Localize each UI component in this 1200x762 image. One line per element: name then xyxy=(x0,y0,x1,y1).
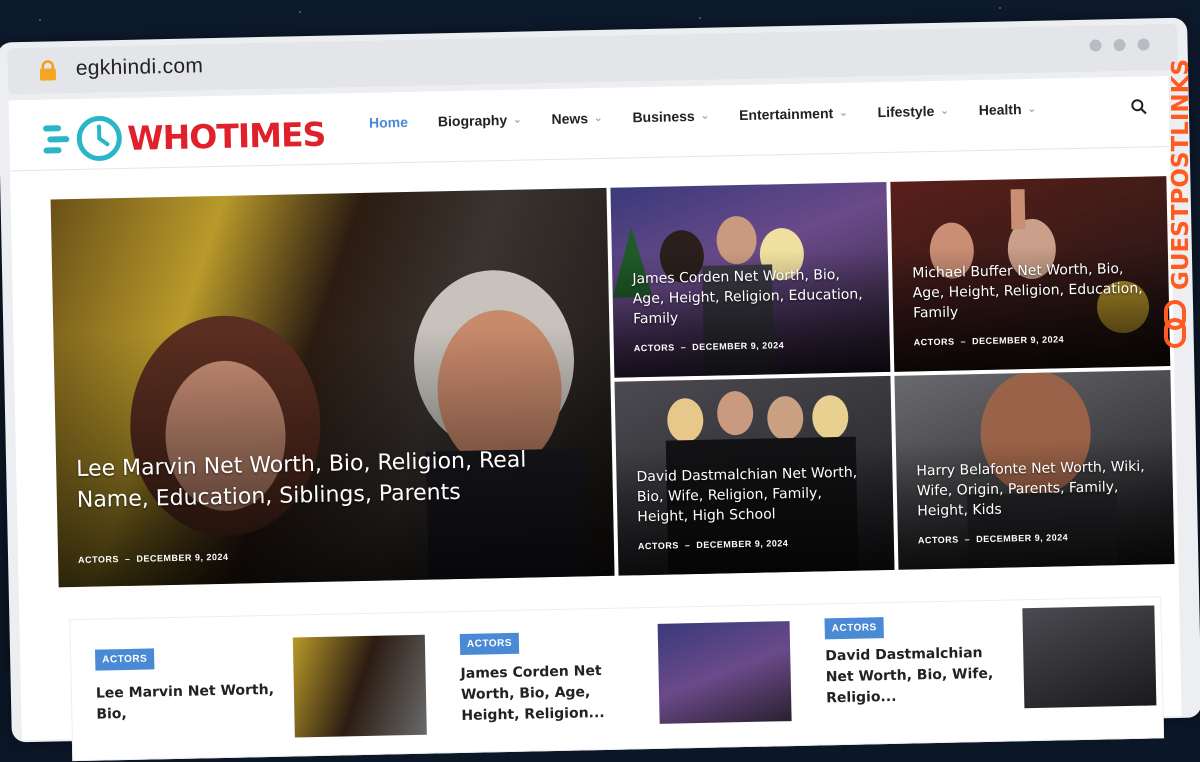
chevron-down-icon: ⌄ xyxy=(940,105,949,117)
category-badge[interactable]: ACTORS xyxy=(824,617,884,640)
chevron-down-icon: ⌄ xyxy=(839,107,848,119)
card-title[interactable]: James Corden Net Worth, Bio, Age, Height… xyxy=(460,660,651,727)
window-dot-icon[interactable] xyxy=(1137,38,1150,51)
chain-link-icon xyxy=(1164,300,1186,348)
card-title[interactable]: David Dastmalchian Net Worth, Bio, Wife,… xyxy=(825,642,1016,709)
article-category[interactable]: ACTORS xyxy=(634,342,675,353)
featured-article[interactable]: James Corden Net Worth, Bio, Age, Height… xyxy=(610,181,891,378)
site-logo[interactable]: WHOTIMES xyxy=(43,110,326,164)
card-thumbnail[interactable] xyxy=(657,621,792,724)
nav-news-label: News xyxy=(551,110,589,127)
nav-biography[interactable]: Biography ⌄ xyxy=(437,111,522,130)
url-text: egkhindi.com xyxy=(75,54,204,80)
article-title[interactable]: Lee Marvin Net Worth, Bio, Religion, Rea… xyxy=(76,443,593,516)
window-dot-icon[interactable] xyxy=(1113,38,1126,52)
article-title[interactable]: James Corden Net Worth, Bio, Age, Height… xyxy=(632,264,869,329)
featured-article[interactable]: Michael Buffer Net Worth, Bio, Age, Heig… xyxy=(890,176,1171,372)
chevron-down-icon: ⌄ xyxy=(700,110,710,122)
article-category[interactable]: ACTORS xyxy=(914,337,955,348)
chevron-down-icon: ⌄ xyxy=(593,112,603,124)
featured-article[interactable]: David Dastmalchian Net Worth, Bio, Wife,… xyxy=(614,375,895,576)
logo-text: WHOTIMES xyxy=(126,114,326,158)
article-card[interactable]: ACTORS David Dastmalchian Net Worth, Bio… xyxy=(800,597,1163,745)
main-nav: Home Biography ⌄ News ⌄ Business ⌄ Entertai… xyxy=(369,101,1036,131)
article-date: DECEMBER 9, 2024 xyxy=(696,538,789,551)
nav-lifestyle-label: Lifestyle xyxy=(877,102,935,121)
nav-entertainment-label: Entertainment xyxy=(738,105,834,124)
card-thumbnail[interactable] xyxy=(1022,605,1157,709)
nav-home-label: Home xyxy=(368,113,409,131)
featured-article-main[interactable]: Lee Marvin Net Worth, Bio, Religion, Rea… xyxy=(50,187,615,588)
webpage: WHOTIMES Home Biography ⌄ News ⌄ Business ⌄… xyxy=(8,76,1182,762)
nav-news[interactable]: News ⌄ xyxy=(551,110,602,127)
nav-business[interactable]: Business ⌄ xyxy=(632,107,710,126)
article-cards-row: ACTORS Lee Marvin Net Worth, Bio, ACTORS… xyxy=(69,596,1165,762)
featured-article[interactable]: Harry Belafonte Net Worth, Wiki, Wife, O… xyxy=(894,370,1175,570)
article-card[interactable]: ACTORS Lee Marvin Net Worth, Bio, xyxy=(70,613,433,761)
window-controls xyxy=(1089,38,1150,52)
window-dot-icon[interactable] xyxy=(1089,39,1102,52)
article-title[interactable]: Harry Belafonte Net Worth, Wiki, Wife, O… xyxy=(916,456,1153,521)
article-date: DECEMBER 9, 2024 xyxy=(971,334,1065,347)
nav-entertainment[interactable]: Entertainment ⌄ xyxy=(739,105,848,123)
article-date: DECEMBER 9, 2024 xyxy=(976,532,1069,545)
chevron-down-icon: ⌄ xyxy=(513,114,522,126)
nav-lifestyle[interactable]: Lifestyle ⌄ xyxy=(877,103,949,120)
nav-biography-label: Biography xyxy=(437,111,508,130)
search-icon[interactable] xyxy=(1131,98,1147,115)
category-badge[interactable]: ACTORS xyxy=(94,648,155,671)
nav-home[interactable]: Home xyxy=(369,114,408,131)
article-card[interactable]: ACTORS James Corden Net Worth, Bio, Age,… xyxy=(435,605,798,753)
category-badge[interactable]: ACTORS xyxy=(459,632,520,655)
nav-health[interactable]: Health ⌄ xyxy=(979,101,1037,118)
nav-business-label: Business xyxy=(632,107,695,126)
article-category[interactable]: ACTORS xyxy=(78,554,119,565)
article-title[interactable]: David Dastmalchian Net Worth, Bio, Wife,… xyxy=(636,462,873,527)
article-category[interactable]: ACTORS xyxy=(638,540,679,551)
nav-health-label: Health xyxy=(978,101,1022,119)
clock-logo-icon xyxy=(43,115,122,161)
article-title[interactable]: Michael Buffer Net Worth, Bio, Age, Heig… xyxy=(912,259,1149,324)
guestpostlinks-watermark: GUESTPOSTLINKS xyxy=(1164,59,1194,348)
card-title[interactable]: Lee Marvin Net Worth, Bio, xyxy=(96,680,287,726)
image-overlay xyxy=(50,187,615,588)
browser-window: egkhindi.com WHOTIMES Home Biography ⌄ N… xyxy=(0,6,1200,762)
chevron-down-icon: ⌄ xyxy=(1027,103,1037,115)
article-date: DECEMBER 9, 2024 xyxy=(692,340,785,353)
card-thumbnail[interactable] xyxy=(292,634,427,738)
lock-icon xyxy=(39,60,57,81)
article-date: DECEMBER 9, 2024 xyxy=(136,551,229,564)
watermark-text: GUESTPOSTLINKS xyxy=(1168,59,1194,290)
browser-chrome: egkhindi.com WHOTIMES Home Biography ⌄ N… xyxy=(0,17,1200,762)
article-category[interactable]: ACTORS xyxy=(918,535,959,546)
